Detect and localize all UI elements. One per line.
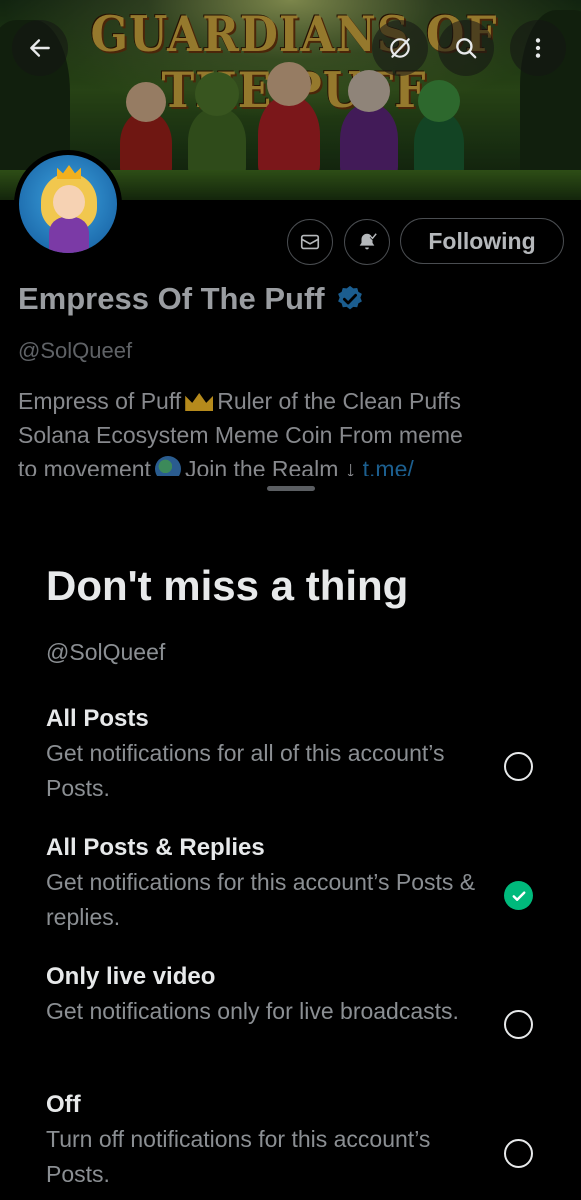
search-icon	[456, 38, 477, 59]
bio-line: Empress of Puff Ruler of the Clean Puffs	[18, 388, 461, 414]
radio-unselected[interactable]	[504, 752, 533, 781]
more-vertical-icon	[535, 38, 541, 58]
crown-emoji-icon	[185, 393, 214, 411]
bell-check-icon	[359, 232, 378, 250]
profile-bio: Empress of Puff Ruler of the Clean Puffs …	[18, 384, 573, 486]
avatar[interactable]	[14, 150, 122, 258]
option-description: Get notifications only for live broadcas…	[46, 998, 459, 1024]
profile-handle: @SolQueef	[18, 338, 133, 363]
radio-unselected[interactable]	[504, 1010, 533, 1039]
option-title: Off	[46, 1091, 81, 1118]
arrow-left-icon	[30, 39, 50, 57]
verified-badge-icon	[337, 285, 362, 310]
bio-line: Solana Ecosystem Meme Coin From meme	[18, 422, 463, 448]
notifications-button[interactable]	[344, 219, 390, 265]
option-title: All Posts	[46, 705, 149, 732]
display-name-text: Empress Of The Puff	[18, 281, 325, 316]
option-description: Get notifications for this account’s Pos…	[46, 869, 476, 930]
radio-selected[interactable]	[504, 881, 533, 910]
sheet-grabber-handle[interactable]	[267, 486, 315, 491]
privacy-button[interactable]	[372, 20, 428, 76]
following-button[interactable]: Following	[400, 218, 564, 264]
search-button[interactable]	[438, 20, 494, 76]
back-button[interactable]	[12, 20, 68, 76]
display-name: Empress Of The Puff	[18, 281, 365, 317]
radio-unselected[interactable]	[504, 1139, 533, 1168]
option-all-posts-replies[interactable]: All Posts & Replies Get notifications fo…	[46, 831, 556, 935]
option-only-live-video[interactable]: Only live video Get notifications only f…	[46, 960, 556, 1039]
option-all-posts[interactable]: All Posts Get notifications for all of t…	[46, 702, 556, 806]
option-title: Only live video	[46, 963, 216, 990]
option-off[interactable]: Off Turn off notifications for this acco…	[46, 1088, 556, 1192]
option-description: Turn off notifications for this account’…	[46, 1126, 431, 1187]
option-description: Get notifications for all of this accoun…	[46, 740, 445, 801]
avatar-image	[19, 155, 117, 253]
more-options-button[interactable]	[510, 20, 566, 76]
notification-settings-sheet: Don't miss a thing @SolQueef All Posts G…	[0, 476, 581, 1200]
sheet-title: Don't miss a thing	[46, 562, 409, 609]
slashed-circle-icon	[390, 38, 410, 58]
message-button[interactable]	[287, 219, 333, 265]
checkmark-icon	[512, 890, 525, 901]
sheet-handle: @SolQueef	[46, 639, 166, 665]
option-title: All Posts & Replies	[46, 834, 265, 861]
envelope-icon	[300, 234, 320, 250]
